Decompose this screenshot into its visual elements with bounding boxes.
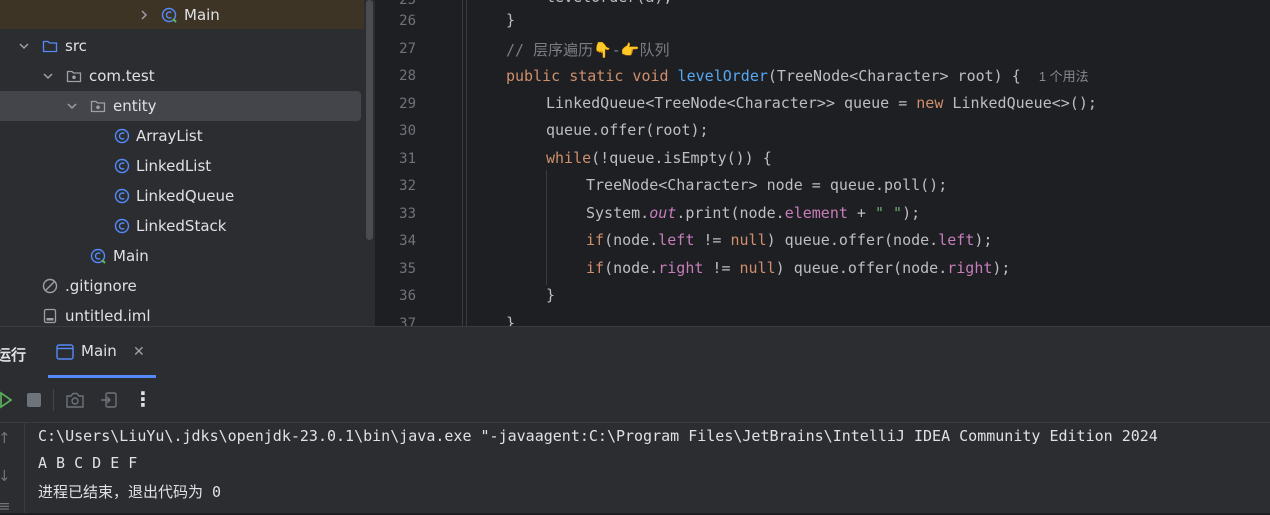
code-line-28: public static void levelOrder(TreeNode<C…	[506, 67, 1089, 85]
code-line-25: levelOrder(a);	[546, 0, 672, 6]
code-line-34: if(node.left != null) queue.offer(node.l…	[586, 231, 993, 249]
line-number: 34	[399, 233, 416, 249]
scroll-down-icon[interactable]: ↓	[0, 467, 11, 485]
tree-scrollbar-thumb[interactable]	[366, 0, 373, 240]
run-tool-window-header: 运行 Main ✕	[0, 326, 1270, 378]
tree-item-main-top[interactable]: Main	[0, 0, 364, 29]
console-side-toolbar: ↑ ↓ ≡	[0, 423, 25, 515]
chevron-right-icon[interactable]	[139, 10, 149, 20]
camera-icon[interactable]	[65, 391, 85, 409]
tree-scrollbar[interactable]	[364, 0, 376, 326]
code-editor[interactable]: 25 26 27 28 29 30 31 32 33 34 35 36 37 l…	[376, 0, 1270, 326]
run-panel-title: 运行	[0, 346, 27, 364]
line-number: 30	[399, 123, 416, 139]
iml-file-icon	[43, 308, 57, 324]
chevron-down-icon[interactable]	[43, 71, 53, 81]
project-tree: Main src com.test entity ArrayList Linke…	[0, 0, 364, 326]
indent-guide	[546, 170, 547, 285]
package-icon	[90, 100, 106, 113]
class-icon	[114, 158, 130, 174]
chevron-down-icon[interactable]	[19, 41, 29, 51]
tree-item-label: ArrayList	[136, 127, 203, 145]
tree-item-label: .gitignore	[65, 277, 137, 295]
tree-item-entity[interactable]: entity	[0, 91, 361, 121]
code-line-29: LinkedQueue<TreeNode<Character>> queue =…	[546, 94, 1097, 112]
console-output[interactable]: ↑ ↓ ≡ C:\Users\LiuYu\.jdks\openjdk-23.0.…	[0, 423, 1270, 515]
main-class-icon	[90, 248, 106, 264]
tree-item-label: src	[65, 37, 87, 55]
close-icon[interactable]: ✕	[133, 344, 145, 360]
rerun-icon[interactable]	[0, 391, 14, 409]
tree-item-linkedstack[interactable]: LinkedStack	[0, 211, 364, 241]
console-line: A B C D E F	[38, 454, 147, 472]
code-line-26: }	[506, 11, 516, 29]
code-line-33: System.out.print(node.element + " ");	[586, 204, 921, 222]
tree-item-label: LinkedStack	[136, 217, 227, 235]
tree-item-untitled-iml[interactable]: untitled.iml	[0, 301, 364, 326]
console-line: 进程已结束，退出代码为 0	[38, 483, 222, 501]
class-icon	[114, 218, 130, 234]
package-icon	[66, 70, 82, 83]
line-number: 32	[399, 178, 416, 194]
tree-item-label: Main	[184, 6, 220, 24]
more-options-icon[interactable]: ⋮	[133, 387, 153, 411]
code-line-36: }	[546, 286, 556, 304]
line-number: 31	[399, 151, 416, 167]
tree-item-label: entity	[113, 97, 157, 115]
line-number: 37	[399, 316, 416, 326]
run-tab-label: Main	[81, 342, 117, 360]
line-number: 26	[399, 13, 416, 29]
tree-item-com-test[interactable]: com.test	[0, 61, 364, 91]
ignored-file-icon	[42, 278, 58, 294]
indent-guide	[466, 0, 467, 326]
line-number: 27	[399, 41, 416, 57]
stop-icon[interactable]	[26, 392, 42, 408]
console-line: C:\Users\LiuYu\.jdks\openjdk-23.0.1\bin\…	[38, 427, 1158, 445]
usage-hint[interactable]: 1 个用法	[1039, 69, 1089, 84]
line-number: 35	[399, 261, 416, 277]
toolbar-divider	[53, 389, 54, 411]
console-icon	[56, 344, 74, 360]
code-line-37: }	[506, 314, 516, 326]
tree-item-label: Main	[113, 247, 149, 265]
tree-item-label: untitled.iml	[65, 307, 151, 325]
line-number: 33	[399, 206, 416, 222]
class-icon	[114, 128, 130, 144]
scroll-up-icon[interactable]: ↑	[0, 429, 11, 447]
line-number: 36	[399, 288, 416, 304]
line-number: 25	[399, 0, 416, 8]
tree-item-label: LinkedQueue	[136, 187, 235, 205]
tree-item-arraylist[interactable]: ArrayList	[0, 121, 364, 151]
soft-wrap-icon[interactable]: ≡	[0, 497, 11, 515]
class-icon	[114, 188, 130, 204]
code-line-27: // 层序遍历👇-👉队列	[506, 41, 670, 59]
main-class-icon	[161, 7, 177, 23]
run-toolbar: ⋮	[0, 378, 1270, 423]
tree-item-label: LinkedList	[136, 157, 212, 175]
exit-icon[interactable]	[100, 391, 118, 409]
line-number-gutter: 25 26 27 28 29 30 31 32 33 34 35 36 37	[376, 0, 463, 326]
code-line-31: while(!queue.isEmpty()) {	[546, 149, 772, 167]
tree-item-main[interactable]: Main	[0, 241, 364, 271]
tree-item-src[interactable]: src	[0, 31, 364, 61]
chevron-down-icon[interactable]	[67, 101, 77, 111]
code-line-35: if(node.right != null) queue.offer(node.…	[586, 259, 1011, 277]
line-number: 29	[399, 96, 416, 112]
source-folder-icon	[42, 40, 58, 53]
tree-item-linkedlist[interactable]: LinkedList	[0, 151, 364, 181]
line-number: 28	[399, 68, 416, 84]
tree-item-gitignore[interactable]: .gitignore	[0, 271, 364, 301]
tree-item-linkedqueue[interactable]: LinkedQueue	[0, 181, 364, 211]
tree-item-label: com.test	[89, 67, 155, 85]
code-line-30: queue.offer(root);	[546, 121, 709, 139]
code-line-32: TreeNode<Character> node = queue.poll();	[586, 176, 948, 194]
